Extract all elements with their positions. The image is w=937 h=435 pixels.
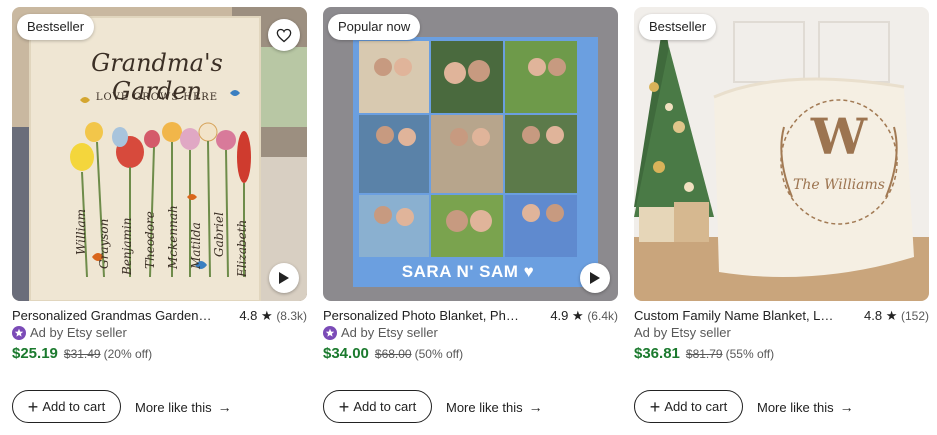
arrow-right-icon: → bbox=[528, 399, 543, 415]
listing-image[interactable]: SARA N' SAM ♥ Popular now bbox=[323, 7, 618, 301]
favorite-button[interactable] bbox=[268, 19, 300, 51]
star-icon: ★ bbox=[885, 308, 898, 323]
add-to-cart-button[interactable]: + Add to cart bbox=[634, 390, 743, 423]
play-video-button[interactable] bbox=[269, 263, 299, 293]
listing-image[interactable]: Grandma's Garden LOVE GROWS HERE William… bbox=[12, 7, 307, 301]
blanket-name: Gabriel bbox=[212, 212, 226, 257]
rating-value: 4.8 bbox=[864, 308, 883, 323]
star-icon: ★ bbox=[572, 308, 584, 323]
plus-icon: + bbox=[27, 396, 39, 417]
review-count: (152) bbox=[900, 309, 929, 323]
arrow-right-icon: → bbox=[217, 399, 232, 415]
blanket-subline: LOVE GROWS HERE bbox=[95, 92, 219, 103]
review-count: (8.3k) bbox=[276, 309, 307, 323]
ad-label: Ad by Etsy seller bbox=[12, 325, 127, 340]
sale-price: $25.19 bbox=[12, 345, 58, 362]
add-to-cart-button[interactable]: + Add to cart bbox=[323, 390, 432, 423]
blanket-name: Elizabeth bbox=[235, 219, 249, 277]
listing-title-row: Personalized Grandmas Garden Blanket, Cu… bbox=[12, 308, 307, 326]
sale-price: $36.81 bbox=[634, 345, 680, 362]
star-icon: ★ bbox=[261, 308, 273, 323]
discount-label: (20% off) bbox=[103, 347, 153, 361]
review-count: (6.4k) bbox=[587, 309, 618, 323]
add-to-cart-label: Add to cart bbox=[353, 399, 417, 414]
ad-text: Ad by Etsy seller bbox=[30, 325, 127, 340]
blanket-name: Benjamin bbox=[120, 217, 134, 275]
original-price: $68.00 bbox=[374, 347, 412, 361]
blanket-name: William bbox=[74, 208, 88, 255]
play-icon bbox=[590, 272, 600, 284]
ad-label: Ad by Etsy seller bbox=[323, 325, 438, 340]
discount-label: (55% off) bbox=[725, 347, 775, 361]
play-video-button[interactable] bbox=[580, 263, 610, 293]
price-row: $34.00 $68.00 (50% off) bbox=[323, 345, 463, 362]
listing-rating: 4.8 ★ (8.3k) bbox=[239, 308, 307, 324]
bestseller-badge: Bestseller bbox=[17, 14, 95, 40]
listing-card: Grandma's Garden LOVE GROWS HERE William… bbox=[12, 7, 307, 432]
popular-now-badge: Popular now bbox=[328, 14, 421, 40]
more-like-this-label: More like this bbox=[757, 399, 834, 415]
more-like-this-link[interactable]: More like this → bbox=[135, 399, 232, 415]
listing-title-row: Personalized Photo Blanket, Photo Collag… bbox=[323, 308, 618, 326]
listing-title[interactable]: Personalized Grandmas Garden Blanket, Cu… bbox=[12, 308, 212, 323]
listing-title-row: Custom Family Name Blanket, Last Name Mo… bbox=[634, 308, 929, 326]
plus-icon: + bbox=[338, 396, 350, 417]
arrow-right-icon: → bbox=[839, 399, 854, 415]
listing-card: SARA N' SAM ♥ Popular now Personalized P… bbox=[323, 7, 618, 432]
blanket-family-name: The Williams bbox=[793, 177, 885, 193]
star-seller-icon bbox=[12, 325, 26, 340]
listing-title[interactable]: Personalized Photo Blanket, Photo Collag… bbox=[323, 308, 523, 323]
ad-text: Ad by Etsy seller bbox=[341, 325, 438, 340]
discount-label: (50% off) bbox=[414, 347, 464, 361]
play-icon bbox=[279, 272, 289, 284]
blanket-monogram: W bbox=[810, 107, 868, 166]
ad-label: Ad by Etsy seller bbox=[634, 325, 731, 340]
photo-collage-blanket-image bbox=[323, 7, 618, 301]
rating-value: 4.9 bbox=[550, 308, 569, 323]
price-row: $36.81 $81.79 (55% off) bbox=[634, 345, 774, 362]
more-like-this-link[interactable]: More like this → bbox=[757, 399, 854, 415]
add-to-cart-button[interactable]: + Add to cart bbox=[12, 390, 121, 423]
listing-rating: 4.8 ★ (152) bbox=[864, 308, 929, 324]
blanket-name: Matilda bbox=[189, 222, 203, 269]
more-like-this-label: More like this bbox=[446, 399, 523, 415]
bestseller-badge: Bestseller bbox=[639, 14, 717, 40]
original-price: $31.49 bbox=[63, 347, 101, 361]
blanket-name: Grayson bbox=[97, 218, 111, 269]
price-row: $25.19 $31.49 (20% off) bbox=[12, 345, 152, 362]
blanket-name: Theodore bbox=[143, 211, 157, 269]
rating-value: 4.8 bbox=[239, 308, 258, 323]
more-like-this-link[interactable]: More like this → bbox=[446, 399, 543, 415]
ad-text: Ad by Etsy seller bbox=[634, 325, 731, 340]
listing-rating: 4.9 ★ (6.4k) bbox=[550, 308, 618, 324]
plus-icon: + bbox=[649, 396, 661, 417]
listing-title[interactable]: Custom Family Name Blanket, Last Name Mo… bbox=[634, 308, 834, 323]
add-to-cart-label: Add to cart bbox=[42, 399, 106, 414]
blanket-caption: SARA N' SAM ♥ bbox=[401, 262, 535, 281]
heart-outline-icon bbox=[276, 28, 292, 42]
sale-price: $34.00 bbox=[323, 345, 369, 362]
blanket-name: Mckennah bbox=[166, 205, 180, 269]
listing-card: W The Williams Bestseller Custom Family … bbox=[634, 7, 929, 432]
star-seller-icon bbox=[323, 325, 337, 340]
original-price: $81.79 bbox=[685, 347, 723, 361]
listing-image[interactable]: W The Williams Bestseller bbox=[634, 7, 929, 301]
add-to-cart-label: Add to cart bbox=[664, 399, 728, 414]
more-like-this-label: More like this bbox=[135, 399, 212, 415]
